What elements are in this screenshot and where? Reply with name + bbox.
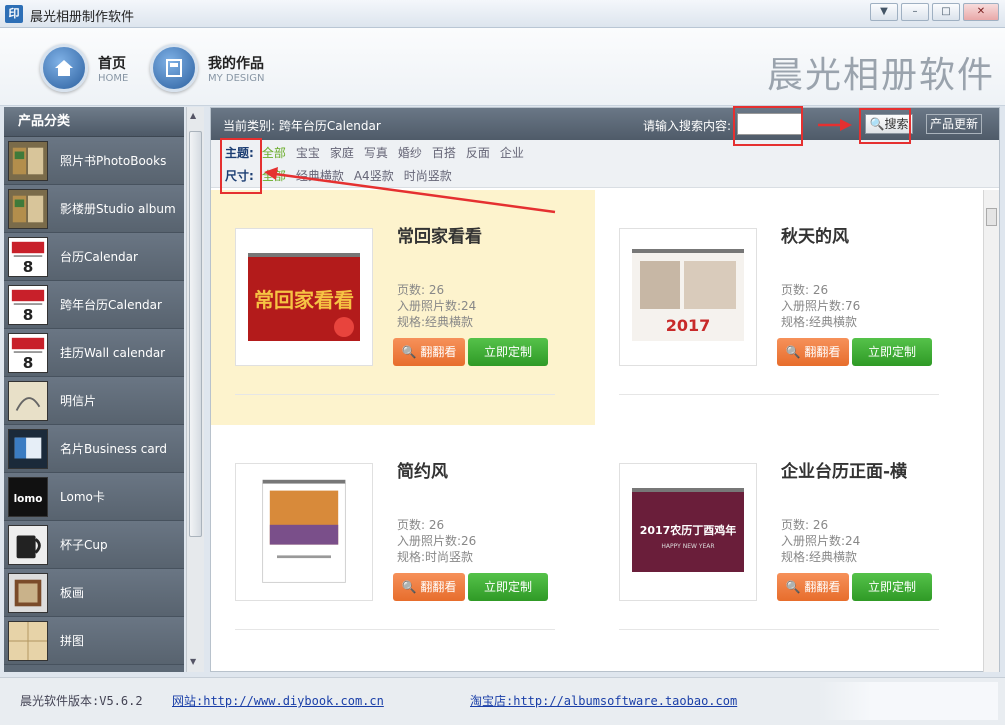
- status-bar: 晨光软件版本:V5.6.2 网站:http://www.diybook.com.…: [0, 677, 1005, 725]
- taobao-shop-link[interactable]: 淘宝店:http://albumsoftware.taobao.com: [470, 692, 737, 709]
- website-link[interactable]: 网站:http://www.diybook.com.cn: [172, 692, 384, 709]
- corner-watermark: [818, 682, 998, 720]
- version-text: 晨光软件版本:V5.6.2: [20, 694, 143, 708]
- annotation-arrows: [264, 119, 852, 214]
